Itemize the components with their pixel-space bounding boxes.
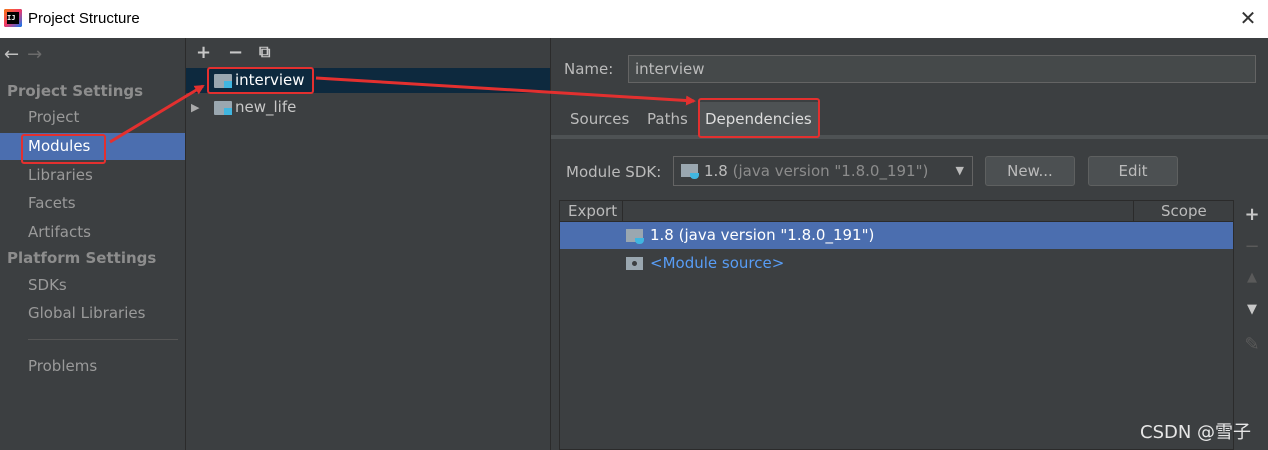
annotation-arrow-interview-to-dependencies — [315, 76, 696, 106]
annotation-arrows — [109, 76, 696, 144]
watermark: CSDN @雪子 — [1140, 422, 1252, 443]
annotation-arrow-modules-to-interview — [109, 84, 205, 144]
